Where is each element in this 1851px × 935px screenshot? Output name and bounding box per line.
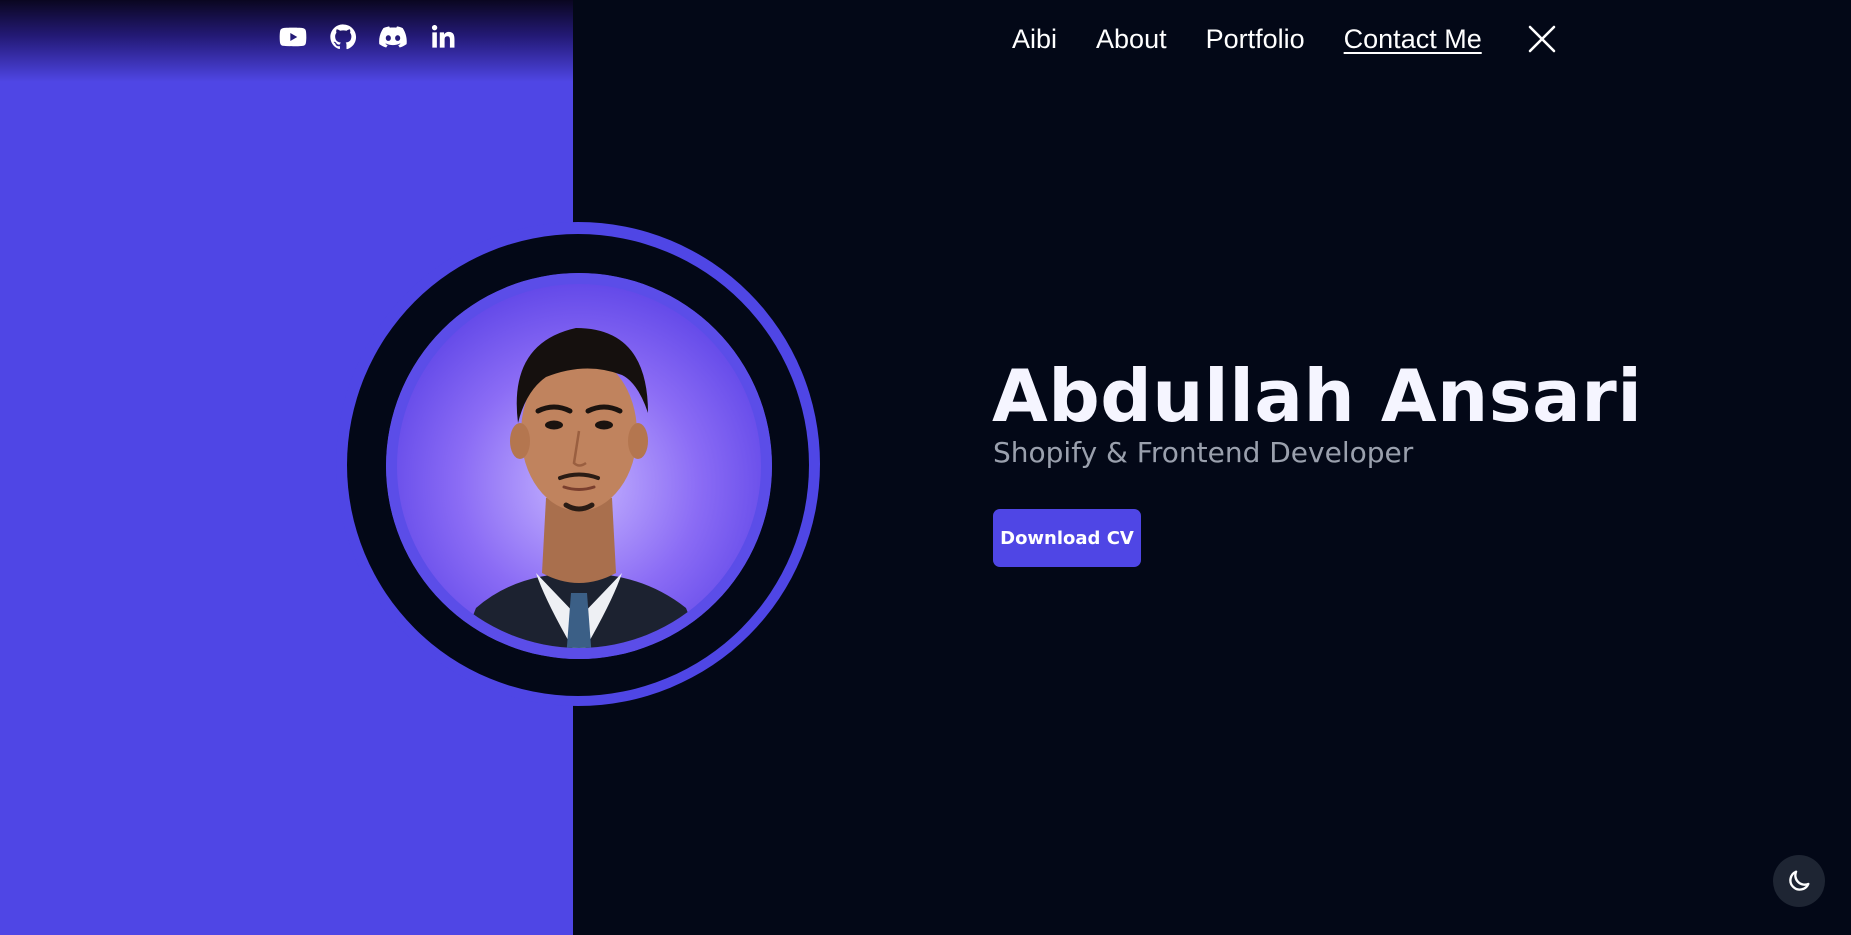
theme-toggle-button[interactable]	[1773, 855, 1825, 907]
download-cv-button[interactable]: Download CV	[993, 509, 1141, 567]
landing-page: Aibi About Portfolio Contact Me Abdullah…	[0, 0, 1851, 935]
social-links	[276, 20, 460, 54]
close-icon[interactable]	[1525, 22, 1559, 56]
nav-item-portfolio[interactable]: Portfolio	[1206, 20, 1305, 58]
hero-role: Shopify & Frontend Developer	[993, 436, 1414, 469]
github-icon[interactable]	[326, 20, 360, 54]
hero-name: Abdullah Ansari	[992, 354, 1643, 438]
nav-item-about[interactable]: About	[1096, 20, 1167, 58]
nav-item-aibi[interactable]: Aibi	[1012, 20, 1057, 58]
youtube-icon[interactable]	[276, 20, 310, 54]
profile-photo	[386, 273, 772, 659]
nav-item-contact[interactable]: Contact Me	[1344, 20, 1482, 58]
discord-icon[interactable]	[376, 20, 410, 54]
linkedin-icon[interactable]	[426, 20, 460, 54]
moon-icon	[1789, 870, 1810, 891]
main-nav: Aibi About Portfolio Contact Me	[1012, 20, 1559, 58]
